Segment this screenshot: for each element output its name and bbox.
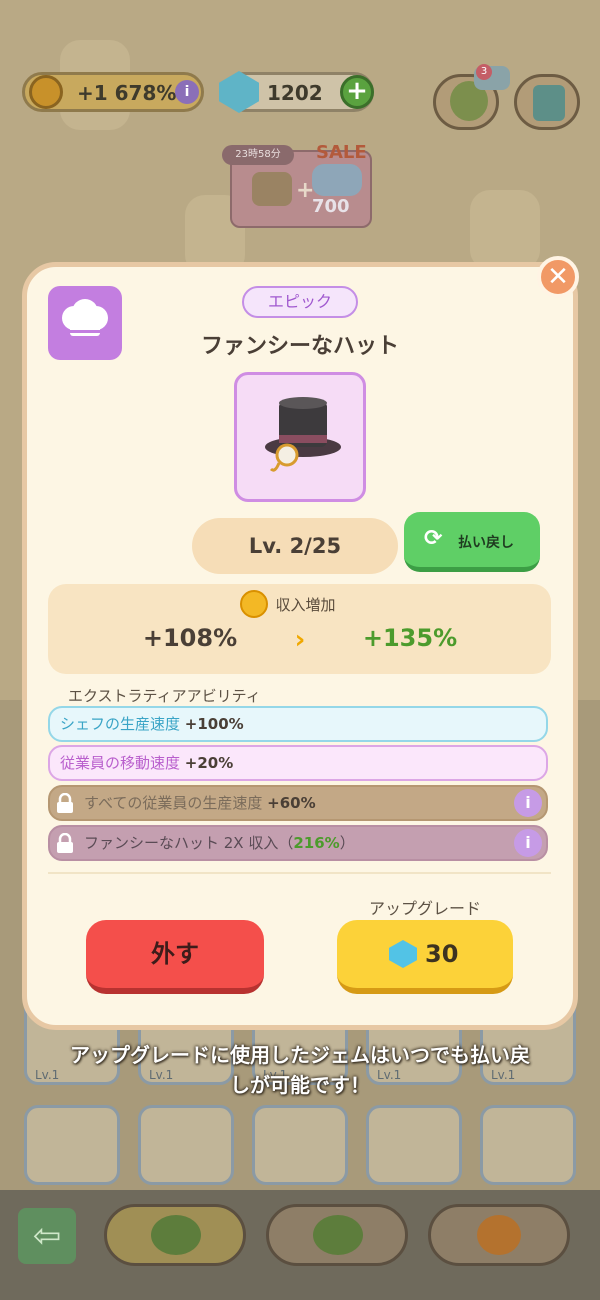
inventory-card[interactable]: [366, 1105, 462, 1185]
shop-button[interactable]: [514, 74, 580, 130]
item-image: [234, 372, 366, 502]
background-sprout: [470, 190, 540, 270]
notification-count: 3: [476, 64, 492, 80]
income-next-value: +135%: [362, 624, 458, 652]
sale-label: SALE: [316, 142, 367, 163]
sale-gem-amount: 700: [312, 196, 350, 217]
gem-icon: [389, 940, 417, 968]
upgrade-cost: 30: [425, 940, 459, 968]
remove-button[interactable]: 外す: [86, 920, 264, 994]
upgrade-label: アップグレード: [368, 899, 481, 918]
ability-row: 従業員の移動速度 +20%: [48, 745, 548, 781]
income-bonus-pill[interactable]: +1 678% i: [22, 72, 204, 112]
ability-row-locked: ファンシーなハット 2X 収入（216%）: [48, 825, 548, 861]
item-level: Lv. 2/25: [192, 518, 398, 574]
refund-button[interactable]: ⟳ 払い戻し: [404, 512, 540, 572]
frog-staff-icon: [313, 1215, 363, 1255]
frog-chef-icon: [151, 1215, 201, 1255]
ability-text: シェフの生産速度: [60, 715, 181, 733]
item-name: ファンシーなハット: [200, 334, 399, 359]
ability-value: 216%: [293, 834, 340, 852]
nav-tab-frog-chef[interactable]: [104, 1204, 246, 1266]
gem-refund-notice: アップグレードに使用したジェムはいつでも払い戻 しが可能です！: [70, 1043, 530, 1097]
gem-count: 1202: [267, 81, 323, 105]
ability-value: +60%: [267, 794, 316, 812]
nav-tab-frog-staff[interactable]: [266, 1204, 408, 1266]
income-current-value: +108%: [142, 624, 238, 652]
ability-value: +20%: [184, 754, 234, 772]
top-hat-icon: [265, 397, 341, 472]
chevron-right-icon: ›: [294, 625, 306, 655]
inventory-card[interactable]: [252, 1105, 348, 1185]
income-bonus-text: +1 678%: [77, 81, 177, 105]
lock-icon: [57, 833, 73, 853]
outfit-icon: [252, 172, 292, 206]
refund-label: 払い戻し: [458, 535, 514, 551]
close-icon: ✕: [547, 262, 569, 292]
chef-hat-category-icon: [48, 286, 122, 360]
upgrade-button[interactable]: 30: [337, 920, 513, 994]
backpack-icon: [533, 85, 565, 121]
income-label: 収入増加: [275, 596, 336, 614]
info-icon[interactable]: i: [514, 789, 542, 817]
info-icon[interactable]: i: [175, 80, 199, 104]
coin-icon: [29, 75, 63, 109]
inventory-card[interactable]: [138, 1105, 234, 1185]
refresh-icon: ⟳: [424, 526, 443, 551]
ability-text: すべての従業員の生産速度: [84, 794, 263, 812]
close-button[interactable]: ✕: [537, 256, 579, 298]
inventory-card[interactable]: [480, 1105, 576, 1185]
add-gems-button[interactable]: +: [340, 75, 374, 109]
nav-tab-pumpkin[interactable]: [428, 1204, 570, 1266]
divider: [48, 872, 551, 874]
lock-icon: [57, 793, 73, 813]
ability-text: 従業員の移動速度: [60, 754, 181, 772]
ability-text: ファンシーなハット 2X 収入（: [84, 834, 294, 852]
info-icon[interactable]: i: [514, 829, 542, 857]
notification-bubble: 3: [474, 64, 510, 90]
ability-suffix: ）: [339, 834, 355, 852]
extra-abilities-title: エクストラティアアビリティ: [68, 687, 261, 705]
ability-value: +100%: [184, 715, 244, 733]
rarity-badge: エピック: [242, 286, 358, 318]
sale-timer: 23時58分: [222, 145, 294, 165]
back-button[interactable]: ⇦: [18, 1208, 76, 1264]
back-arrow-icon: ⇦: [32, 1216, 62, 1256]
ability-row-locked: すべての従業員の生産速度 +60%: [48, 785, 548, 821]
ability-row: シェフの生産速度 +100%: [48, 706, 548, 742]
pumpkin-icon: [477, 1215, 521, 1255]
gem-pile-icon: [312, 164, 362, 196]
inventory-card[interactable]: [24, 1105, 120, 1185]
